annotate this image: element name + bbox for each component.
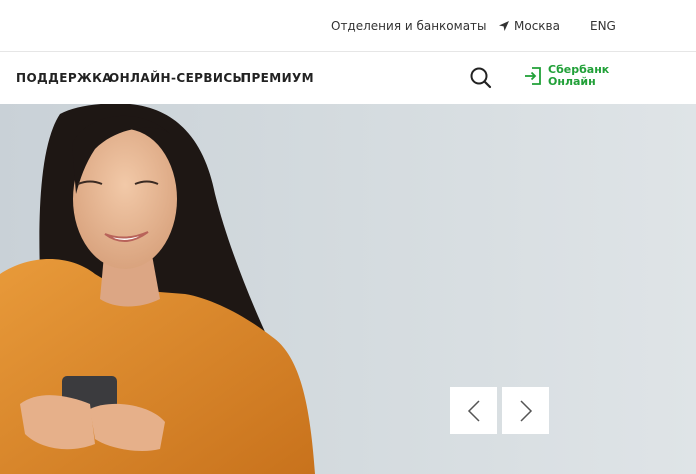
city-label: Москва bbox=[514, 19, 560, 33]
language-switch[interactable]: ENG bbox=[590, 19, 616, 33]
branches-atms-link[interactable]: Отделения и банкоматы bbox=[331, 19, 487, 33]
carousel-prev-button[interactable] bbox=[450, 387, 497, 434]
nav-support[interactable]: ПОДДЕРЖКА bbox=[16, 71, 112, 85]
location-arrow-icon bbox=[498, 20, 510, 32]
sberbank-online-line2: Онлайн bbox=[548, 75, 596, 88]
main-navigation: ПОДДЕРЖКА ОНЛАЙН-СЕРВИСЫ ПРЕМИУМ Сбербан… bbox=[0, 52, 696, 104]
top-utility-bar: Отделения и банкоматы Москва ENG bbox=[0, 0, 696, 52]
city-selector[interactable]: Москва bbox=[498, 19, 560, 33]
sberbank-online-label: Сбербанк Онлайн bbox=[548, 64, 609, 88]
chevron-left-icon bbox=[467, 399, 480, 422]
hero-banner bbox=[0, 104, 696, 474]
nav-online-services[interactable]: ОНЛАЙН-СЕРВИСЫ bbox=[109, 71, 245, 85]
search-button[interactable] bbox=[468, 65, 494, 91]
carousel-next-button[interactable] bbox=[502, 387, 549, 434]
hero-photo bbox=[0, 104, 315, 474]
sberbank-online-button[interactable]: Сбербанк Онлайн bbox=[524, 64, 609, 88]
chevron-right-icon bbox=[519, 399, 532, 422]
login-arrow-icon bbox=[525, 67, 541, 85]
nav-premium[interactable]: ПРЕМИУМ bbox=[241, 71, 314, 85]
search-icon bbox=[470, 67, 492, 89]
